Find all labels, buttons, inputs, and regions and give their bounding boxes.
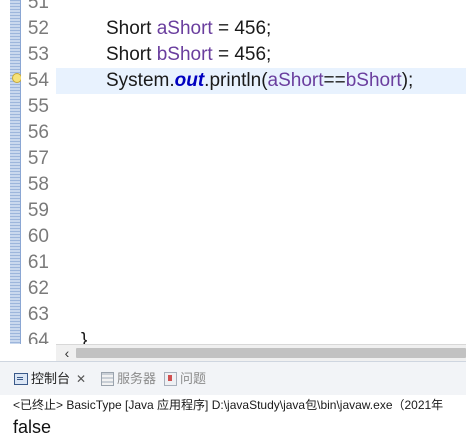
assignment-text: = 456; xyxy=(212,44,272,65)
type-keyword: Short xyxy=(106,44,157,65)
close-icon[interactable]: ✕ xyxy=(76,362,86,396)
line-number: 54 xyxy=(27,70,49,91)
horizontal-scrollbar[interactable]: ‹ xyxy=(56,344,466,361)
line-number: 51 xyxy=(27,0,49,13)
overview-ruler-strip xyxy=(10,0,21,344)
code-line-54[interactable]: System.out.println(aShort==bShort); xyxy=(106,68,413,94)
console-output: false xyxy=(13,417,52,437)
line-number: 55 xyxy=(27,96,49,117)
editor-frame-bottom xyxy=(0,344,56,361)
server-icon xyxy=(101,372,114,386)
problems-icon xyxy=(164,372,177,386)
scroll-left-arrow-icon[interactable]: ‹ xyxy=(60,345,74,361)
line-number: 58 xyxy=(27,174,49,195)
line-number: 62 xyxy=(27,278,49,299)
tab-problems[interactable]: 问题 xyxy=(164,362,206,396)
variable-name: bShort xyxy=(156,44,213,65)
tab-console[interactable]: 控制台 ✕ xyxy=(14,362,86,396)
operator: == xyxy=(323,70,346,91)
console-status-line: <已终止> BasicType [Java 应用程序] D:\javaStudy… xyxy=(0,395,466,415)
tab-label: 控制台 xyxy=(31,371,71,386)
line-number: 59 xyxy=(27,200,49,221)
line-number: 53 xyxy=(27,44,49,65)
variable-name: aShort xyxy=(156,18,213,39)
line-number: 63 xyxy=(27,304,49,325)
static-field: out xyxy=(174,70,205,91)
variable-name: bShort xyxy=(345,70,402,91)
line-number: 60 xyxy=(27,226,49,247)
tab-label: 服务器 xyxy=(117,371,157,386)
tab-servers[interactable]: 服务器 xyxy=(101,362,156,396)
line-number: 52 xyxy=(27,18,49,39)
assignment-text: = 456; xyxy=(212,18,272,39)
console-icon xyxy=(14,373,28,385)
variable-name: aShort xyxy=(267,70,324,91)
class-name: System. xyxy=(106,70,175,91)
type-keyword: Short xyxy=(106,18,157,39)
scrollbar-thumb[interactable] xyxy=(76,348,466,358)
code-line-53[interactable]: Short bShort = 456; xyxy=(106,42,271,68)
code-line-52[interactable]: Short aShort = 456; xyxy=(106,16,271,42)
line-number-gutter: 51 52 53 54 55 56 57 58 59 60 61 62 63 6… xyxy=(21,0,55,351)
console-tab-bar: 控制台 ✕ 服务器 问题 xyxy=(0,361,466,397)
line-number: 57 xyxy=(27,148,49,169)
method-call: .println( xyxy=(204,70,268,91)
code-editor[interactable]: Short aShort = 456; Short bShort = 456; … xyxy=(56,0,466,351)
tab-label: 问题 xyxy=(180,371,207,386)
line-number: 61 xyxy=(27,252,49,273)
call-suffix: ); xyxy=(401,70,414,91)
line-number: 56 xyxy=(27,122,49,143)
